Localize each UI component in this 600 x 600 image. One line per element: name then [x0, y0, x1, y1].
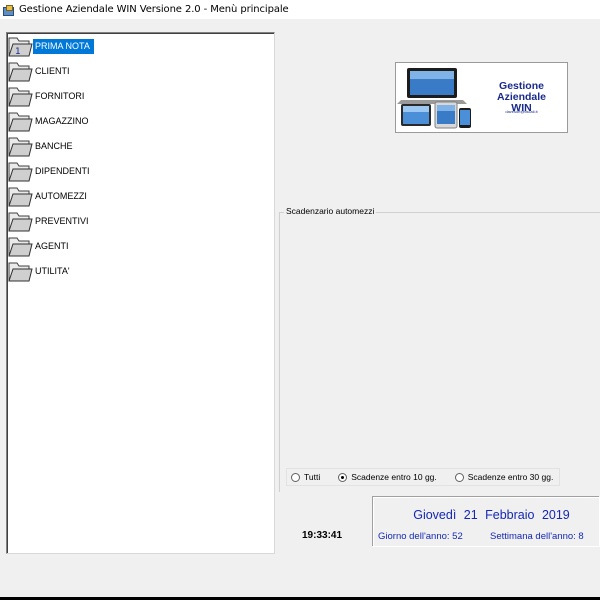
radio-label: Tutti [304, 472, 321, 482]
week-of-year: Settimana dell'anno: 8 [490, 531, 584, 542]
tree-item-clienti[interactable]: CLIENTI [7, 59, 74, 84]
radio-unchecked-icon[interactable] [454, 472, 464, 482]
tree-item-preventivi[interactable]: PREVENTIVI [7, 209, 93, 234]
title-bar: Gestione Aziendale WIN Versione 2.0 - Me… [0, 0, 600, 19]
radio-entro-10[interactable]: Scadenze entro 10 gg. [338, 472, 437, 482]
radio-label: Scadenze entro 30 gg. [467, 472, 554, 482]
radio-checked-icon[interactable] [338, 472, 348, 482]
radio-unchecked-icon[interactable] [291, 472, 300, 482]
tree-item-label: FORNITORI [35, 91, 85, 101]
clock: 19:33:41 [302, 530, 343, 541]
tree-item-label: PRIMA NOTA [33, 39, 94, 54]
date-panel: Giovedì 21 Febbraio 2019 Giorno dell'ann… [373, 497, 600, 547]
tree-item-label: AGENTI [35, 241, 69, 251]
tree-item-magazzino[interactable]: MAGAZZINO [7, 109, 93, 134]
logo-email: davesoft@tiscali.it [505, 109, 538, 114]
folder-icon [7, 110, 33, 134]
scadenzario-groupbox [279, 212, 600, 492]
tree-item-label: PREVENTIVI [35, 216, 89, 226]
folder-icon: 1 [7, 35, 33, 59]
radio-label: Scadenze entro 10 gg. [351, 472, 437, 482]
tree-item-prima-nota[interactable]: 1 PRIMA NOTA [7, 34, 94, 59]
folder-icon [7, 210, 33, 234]
folder-icon [7, 85, 33, 109]
radio-tutti[interactable]: Tutti [291, 472, 320, 482]
current-date: Giovedì 21 Febbraio 2019 [413, 508, 570, 522]
tree-item-automezzi[interactable]: AUTOMEZZI [7, 184, 91, 209]
folder-icon [7, 235, 33, 259]
folder-icon [7, 160, 33, 184]
tree-item-dipendenti[interactable]: DIPENDENTI [7, 159, 94, 184]
svg-text:1: 1 [15, 47, 21, 57]
tree-item-fornitori[interactable]: FORNITORI [7, 84, 88, 109]
tree-item-label: BANCHE [35, 141, 73, 151]
app-logo: Gestione Aziendale WIN davesoft@tiscali.… [395, 62, 568, 133]
radio-entro-30[interactable]: Scadenze entro 30 gg. [454, 472, 554, 482]
tree-item-label: AUTOMEZZI [35, 191, 87, 201]
logo-line1: Gestione Aziendale [496, 80, 546, 103]
folder-icon [7, 260, 33, 284]
tree-item-agenti[interactable]: AGENTI [7, 234, 73, 259]
window-title: Gestione Aziendale WIN Versione 2.0 - Me… [19, 4, 289, 15]
scadenzario-legend: Scadenzario automezzi [284, 206, 377, 216]
tree-item-label: DIPENDENTI [35, 166, 90, 176]
day-of-year: Giorno dell'anno: 52 [378, 531, 463, 542]
tree-item-label: CLIENTI [35, 66, 70, 76]
devices-illustration [397, 68, 471, 129]
folder-icon [7, 135, 33, 159]
tree-item-banche[interactable]: BANCHE [7, 134, 77, 159]
folder-icon [7, 60, 33, 84]
tree-item-utilita[interactable]: UTILITA' [7, 259, 74, 284]
folder-icon [7, 185, 33, 209]
tree-item-label: MAGAZZINO [35, 116, 89, 126]
main-menu-tree[interactable]: 1 PRIMA NOTA CLIENTI FORNITORI MAGAZZINO… [6, 32, 275, 554]
app-icon[interactable] [3, 4, 14, 16]
scadenze-filter-group: Tutti Scadenze entro 10 gg. Scadenze ent… [286, 468, 561, 486]
tree-item-label: UTILITA' [35, 266, 70, 276]
